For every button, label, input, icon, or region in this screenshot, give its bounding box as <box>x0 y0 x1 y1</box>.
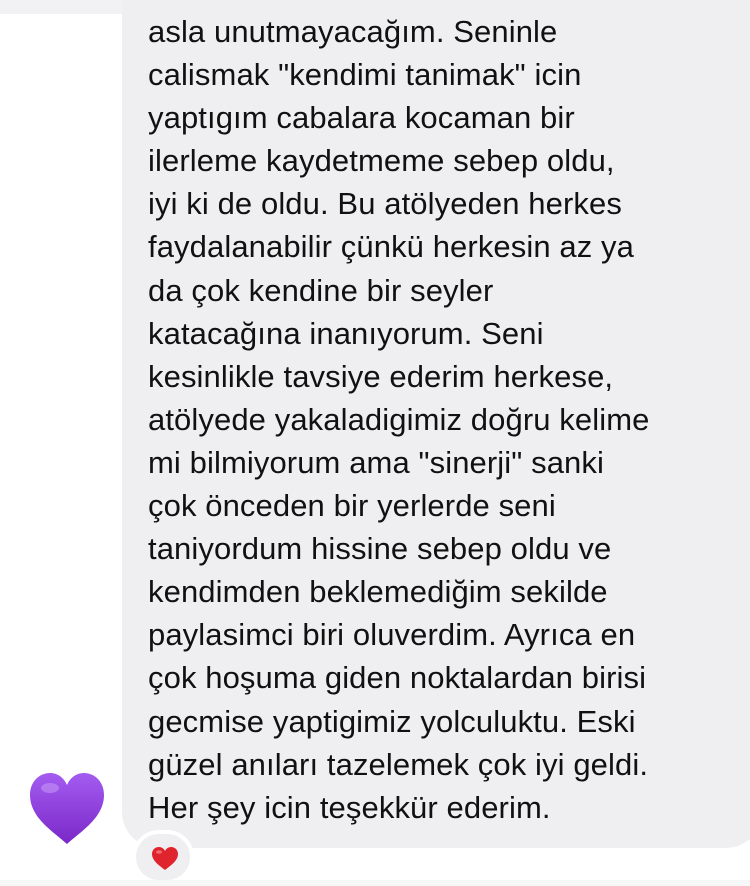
purple-heart-icon <box>30 773 104 844</box>
message-line: calismak "kendimi tanimak" icin <box>148 57 582 93</box>
message-line: gecmise yaptigimiz yolculuktu. Eski <box>148 703 636 739</box>
message-line: iyi ki de oldu. Bu atölyeden herkes <box>148 186 622 222</box>
red-heart-icon <box>152 847 178 870</box>
message-line: faydalanabilir çünkü herkesin az ya <box>148 229 634 265</box>
message-line: atölyede yakaladigimiz doğru kelime <box>148 401 650 437</box>
message-line: yaptıgım cabalara kocaman bir <box>148 100 575 136</box>
message-line: paylasimci biri oluverdim. Ayrıca en <box>148 617 636 653</box>
message-line: kendimden beklemediğim sekilde <box>148 574 608 610</box>
sender-avatar[interactable] <box>26 768 108 850</box>
bottom-strip <box>0 880 750 886</box>
message-text: asla unutmayacağım. Seninle calismak "ke… <box>148 10 740 829</box>
message-line: mi bilmiyorum ama "sinerji" sanki <box>148 444 604 480</box>
message-line: çok önceden bir yerlerde seni <box>148 488 556 524</box>
message-line: çok hoşuma giden noktalardan birisi <box>148 660 647 696</box>
message-line: taniyordum hissine sebep oldu ve <box>148 531 612 567</box>
message-line: da çok kendine bir seyler <box>148 272 494 308</box>
message-line: Her şey icin teşekkür ederim. <box>148 789 551 825</box>
message-line: ilerleme kaydetmeme sebep oldu, <box>148 143 615 179</box>
message-line: güzel anıları tazelemek çok iyi geldi. <box>148 746 649 782</box>
message-line: asla unutmayacağım. Seninle <box>148 14 558 49</box>
reaction-badge[interactable] <box>132 830 194 884</box>
message-line: katacağına inanıyorum. Seni <box>148 315 544 351</box>
message-line: kesinlikle tavsiye ederim herkese, <box>148 358 614 394</box>
